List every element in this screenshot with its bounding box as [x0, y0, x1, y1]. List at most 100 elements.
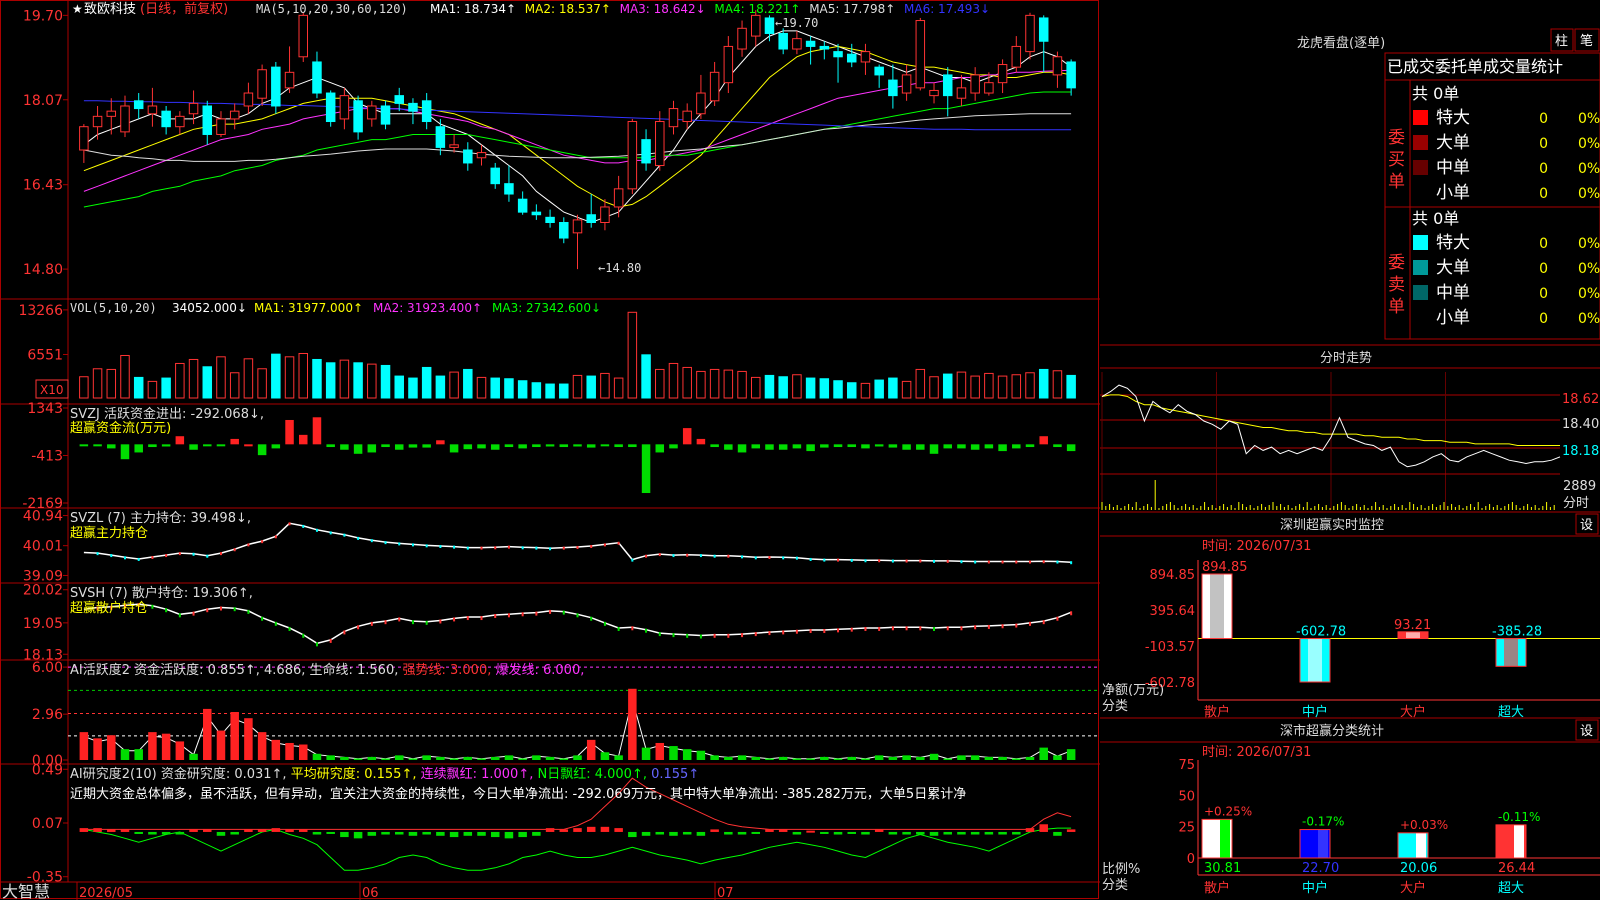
- price-panel[interactable]: 19.70 18.07 16.43 14.80: [23, 8, 1076, 278]
- svzj-bar-30: [490, 444, 500, 450]
- monitor-value-0: 894.85: [1202, 560, 1248, 575]
- candle-body-66: [984, 82, 994, 94]
- ai1-bar-43: [669, 746, 678, 760]
- svzj-bar-64: [957, 444, 966, 449]
- ai1-bar-70: [1039, 747, 1048, 760]
- candle-body-46: [709, 71, 720, 102]
- volume-bar-52: [792, 374, 802, 399]
- ai2-bar-46: [710, 829, 719, 832]
- intraday-tick-0: 18.62: [1562, 392, 1599, 407]
- svsh-dot-35: [562, 610, 565, 615]
- svzj-bar-42: [655, 444, 665, 453]
- volume-bar-12: [243, 358, 254, 399]
- ma-value-1: MA2: 18.537↑: [525, 2, 611, 16]
- ai1-bar-44: [682, 749, 692, 760]
- category-chart[interactable]: 75 50 25 0 +0.25% 30.81 散户 -0.17% 22.70 中户 +0.03% 2…: [1178, 758, 1600, 896]
- ai2-line-1: [83, 777, 1072, 830]
- svsh-dot-50: [768, 631, 771, 636]
- svsh-dot-36: [576, 613, 579, 618]
- volume-bar-35: [559, 383, 569, 399]
- candle-body-6: [161, 110, 171, 128]
- ai1-bar-57: [861, 758, 870, 760]
- svzl-dot-12: [247, 543, 250, 547]
- ai1-bar-37: [586, 739, 596, 760]
- volume-panel[interactable]: 13266 6551: [18, 303, 1076, 399]
- svzj-bar-18: [326, 444, 335, 448]
- sell-row-count-3: 0: [1539, 311, 1548, 327]
- volume-bar-67: [997, 375, 1008, 399]
- ai2-bar-68: [1012, 831, 1021, 835]
- main-chart-area[interactable]: 19.7018.0716.4314.80 132666551 1343-413-…: [0, 0, 1100, 900]
- monitor-chart[interactable]: 894.85395.64-103.57-602.78894.85散户-602.7…: [1145, 560, 1600, 720]
- candle-body-52: [792, 38, 802, 50]
- volume-bar-2: [106, 368, 117, 399]
- sell-row-name-0: 特大: [1436, 233, 1470, 253]
- ai2-bar-50: [765, 829, 774, 832]
- ai2-header-part-1: 平均研究度: 0.155↑,: [287, 766, 417, 782]
- svzl-dot-2: [110, 554, 113, 558]
- svsh-dot-21: [370, 621, 373, 626]
- ai1-bar-31: [504, 755, 514, 760]
- svzj-bar-11: [230, 438, 239, 445]
- category-tick-0: 75: [1178, 758, 1195, 773]
- ai1-bar-38: [600, 752, 610, 760]
- svsh-dot-28: [466, 616, 469, 621]
- volume-bar-48: [737, 370, 747, 399]
- svzj-bar-50: [765, 444, 774, 450]
- tab-pen-label: 笔: [1580, 33, 1593, 49]
- ai1-bar-71: [1053, 755, 1062, 760]
- svzl-dot-9: [206, 554, 209, 558]
- side-panels[interactable]: 龙虎看盘(逐单) 柱 笔 已成交委托单成交量统计 共 0单委买单特大 0 0%大单 0…: [1100, 0, 1600, 900]
- candle-body-14: [271, 66, 281, 107]
- svzj-bar-71: [1053, 444, 1062, 448]
- svzl-dot-56: [850, 558, 853, 562]
- candle-body-49: [751, 14, 761, 37]
- sell-side-char-2: 单: [1388, 297, 1405, 317]
- ai1-bar-13: [257, 732, 267, 760]
- volume-bar-21: [367, 363, 377, 399]
- category-bar-shade-3: [1514, 824, 1524, 858]
- candle-body-47: [723, 45, 734, 84]
- ai1-tick-1: 2.96: [32, 707, 63, 723]
- ai1-bar-4: [134, 749, 143, 760]
- buy-swatch-0: [1413, 110, 1428, 125]
- svsh-dot-64: [960, 626, 963, 631]
- ai2-bar-65: [970, 831, 980, 835]
- svzj-tick-0: 1343: [27, 401, 63, 417]
- intraday-tick-2: 18.18: [1562, 444, 1599, 459]
- candle-body-15: [284, 71, 295, 89]
- candle-body-34: [545, 216, 555, 223]
- volume-bar-62: [929, 376, 939, 399]
- svzl-dot-7: [178, 552, 181, 556]
- ai1-bar-55: [833, 758, 843, 760]
- svzl-dot-14: [274, 535, 277, 539]
- svsh-dot-57: [864, 626, 867, 631]
- ai1-bar-48: [737, 755, 747, 760]
- svsh-dot-9: [206, 608, 209, 613]
- svzj-bar-56: [847, 444, 856, 448]
- svsh-dot-15: [288, 626, 291, 631]
- volume-bar-70: [1038, 368, 1049, 399]
- svzj-bar-72: [1066, 444, 1076, 452]
- candle-body-39: [613, 188, 624, 208]
- buy-swatch-1: [1413, 135, 1428, 150]
- svzl-dot-16: [302, 524, 305, 528]
- ai2-header-part-0: AI研究度2(10) 资金研究度: 0.031↑,: [70, 766, 287, 782]
- svsh-dot-42: [658, 632, 661, 637]
- volume-bar-24: [408, 377, 418, 399]
- svzl-dot-71: [1056, 560, 1059, 564]
- candle-body-44: [682, 110, 692, 123]
- svsh-dot-48: [741, 633, 744, 638]
- svzj-bar-1: [93, 444, 102, 447]
- candle-body-17: [312, 61, 322, 94]
- ai2-bar-0: [79, 828, 89, 832]
- intraday-chart[interactable]: [1100, 372, 1561, 510]
- volume-bar-32: [517, 380, 528, 399]
- category-bar-shade-0: [1220, 819, 1230, 858]
- ai2-bar-20: [353, 831, 363, 839]
- svzj-bar-44: [682, 428, 692, 445]
- ai2-bar-59: [888, 831, 898, 835]
- month-label-0: 2026/05: [79, 886, 133, 900]
- ai-research-header: AI研究度2(10) 资金研究度: 0.031↑, 平均研究度: 0.155↑,…: [70, 766, 699, 782]
- ai1-bar-19: [340, 756, 349, 760]
